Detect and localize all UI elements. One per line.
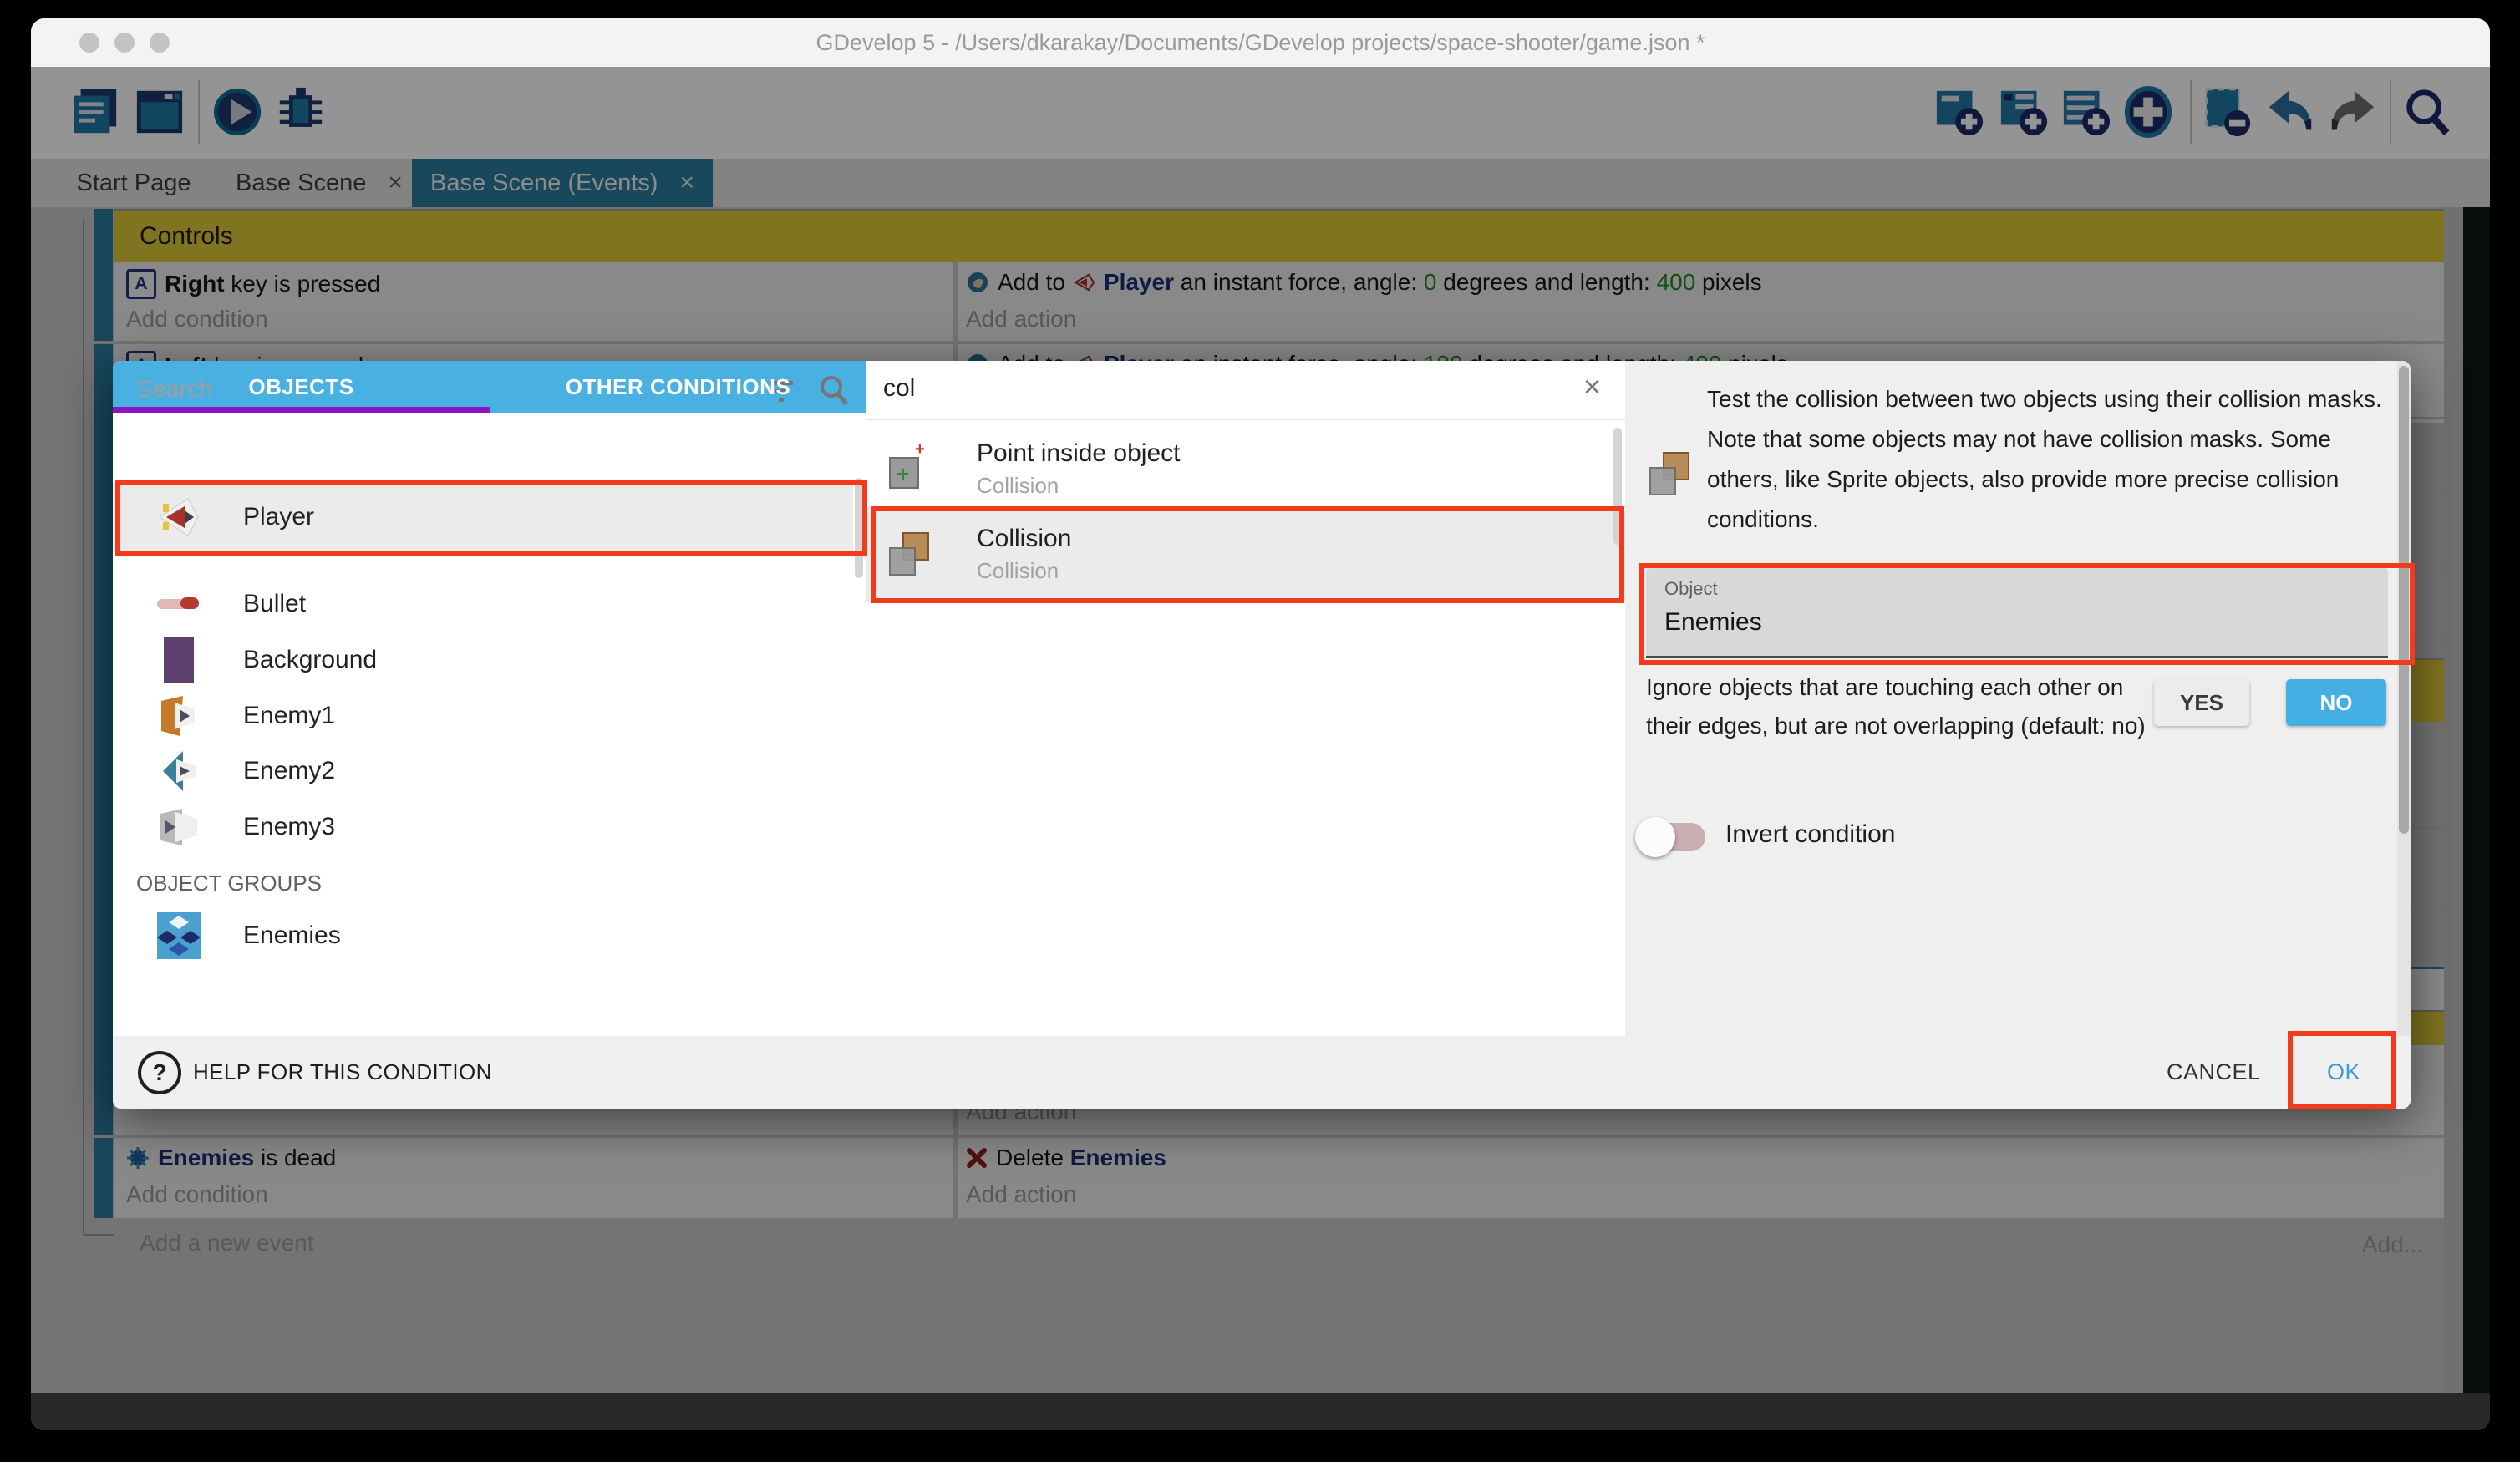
invert-toggle-thumb[interactable] (1635, 817, 1675, 857)
help-link[interactable]: HELP FOR THIS CONDITION (193, 1059, 492, 1085)
cancel-button[interactable]: CANCEL (2167, 1059, 2261, 1085)
annotation-collision-item (871, 506, 1624, 603)
titlebar: GDevelop 5 - /Users/dkarakay/Documents/G… (31, 18, 2490, 68)
condition-description: Test the collision between two objects u… (1707, 379, 2402, 540)
svg-text:+: + (915, 441, 925, 459)
detail-scrollbar-track[interactable] (2397, 361, 2411, 1036)
svg-text:+: + (897, 461, 909, 486)
active-tab-indicator (113, 407, 490, 413)
object-item-enemy2[interactable]: Enemy2 (113, 744, 853, 799)
dialog-bottom-bar: ? HELP FOR THIS CONDITION CANCEL OK (113, 1036, 2411, 1109)
enemies-group-icon (151, 911, 206, 961)
desktop: GDevelop 5 - /Users/dkarakay/Documents/G… (0, 0, 2520, 1462)
clear-search-icon[interactable]: × (1583, 369, 1601, 404)
enemy1-ship-icon (151, 691, 206, 741)
help-icon[interactable]: ? (138, 1051, 181, 1094)
yes-button[interactable]: YES (2154, 679, 2249, 726)
dialog-detail-panel: Test the collision between two objects u… (1625, 361, 2411, 1036)
enemy2-ship-icon (151, 746, 206, 796)
dialog-results-panel: col × ++ Point inside object Collision C… (866, 361, 1625, 1036)
result-point-inside-object[interactable]: ++ Point inside object Collision (866, 431, 1625, 508)
window-title: GDevelop 5 - /Users/dkarakay/Documents/G… (31, 30, 2490, 56)
divider (866, 419, 1625, 420)
object-item-enemy1[interactable]: Enemy1 (113, 688, 853, 744)
background-icon (151, 635, 206, 685)
condition-search-input[interactable]: col (883, 374, 915, 403)
object-item-enemy3[interactable]: Enemy3 (113, 799, 853, 855)
invert-condition-label: Invert condition (1725, 820, 1895, 849)
object-groups-header: OBJECT GROUPS (136, 871, 322, 896)
collision-icon (1647, 451, 1694, 500)
bullet-icon (151, 579, 206, 629)
tab-other-conditions[interactable]: OTHER CONDITIONS (490, 361, 866, 413)
no-button[interactable]: NO (2286, 679, 2386, 726)
annotation-player-row (115, 480, 867, 556)
annotation-object-field (1639, 563, 2415, 665)
gdevelop-window: GDevelop 5 - /Users/dkarakay/Documents/G… (31, 18, 2490, 1430)
dialog-left-panel: Search OBJECTS OTHER CONDITIONS Player B… (113, 361, 867, 1036)
chooser-tabs: OBJECTS OTHER CONDITIONS (113, 361, 866, 413)
object-item-bullet[interactable]: Bullet (113, 576, 853, 632)
enemy3-ship-icon (151, 802, 206, 852)
ignore-edges-question: Ignore objects that are touching each ot… (1646, 668, 2147, 745)
object-item-background[interactable]: Background (113, 632, 853, 688)
condition-chooser-dialog: Search OBJECTS OTHER CONDITIONS Player B… (113, 361, 2411, 1109)
tab-objects[interactable]: OBJECTS (113, 361, 490, 413)
point-inside-object-icon: ++ (887, 441, 930, 493)
group-item-enemies[interactable]: Enemies (113, 906, 853, 966)
annotation-ok-button (2288, 1031, 2396, 1109)
